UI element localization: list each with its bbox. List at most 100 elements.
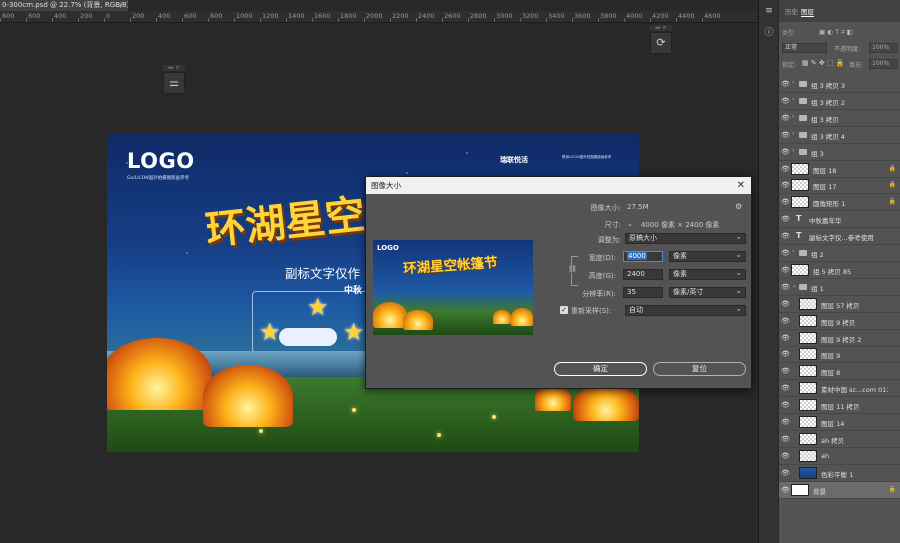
layer-row[interactable]: 👁 图层 9 拷贝: [779, 313, 900, 330]
visibility-eye-icon[interactable]: 👁: [781, 232, 790, 240]
ruler-tick-label: 1200: [262, 12, 279, 20]
lock-icons[interactable]: ▦ ✎ ✥ ⬚ 🔒: [802, 59, 845, 67]
resample-select[interactable]: 自动: [625, 304, 746, 316]
visibility-eye-icon[interactable]: 👁: [781, 215, 790, 223]
layer-name: ah: [821, 451, 830, 460]
layer-row[interactable]: 👁 图层 18 🔒: [779, 161, 900, 178]
layer-row[interactable]: 👁 背景 🔒: [779, 481, 900, 499]
toolbar-grip-right[interactable]: ▸▸ ×: [650, 25, 672, 31]
visibility-eye-icon[interactable]: 👁: [781, 198, 790, 206]
dialog-preview[interactable]: LOGO 环湖星空帐篷节: [373, 240, 533, 335]
visibility-eye-icon[interactable]: 👁: [781, 435, 790, 443]
ok-button[interactable]: 确定: [554, 362, 647, 376]
layer-row[interactable]: 👁 图层 8: [779, 363, 900, 381]
visibility-eye-icon[interactable]: 👁: [781, 334, 790, 342]
tab-history[interactable]: 历史: [785, 6, 798, 16]
layer-row[interactable]: 👁 图层 9 拷贝 2: [779, 330, 900, 347]
height-unit-select[interactable]: 像素: [669, 268, 746, 280]
visibility-eye-icon[interactable]: 👁: [781, 266, 790, 274]
lock-icon: 🔒: [888, 181, 896, 189]
layer-row[interactable]: 👁 图层 14: [779, 414, 900, 431]
visibility-eye-icon[interactable]: 👁: [781, 249, 790, 257]
visibility-eye-icon[interactable]: 👁: [781, 452, 790, 460]
visibility-eye-icon[interactable]: 👁: [781, 181, 790, 189]
resolution-input[interactable]: 35: [623, 287, 663, 298]
visibility-eye-icon[interactable]: 👁: [781, 80, 790, 88]
layer-row[interactable]: 👁 图层 57 拷贝: [779, 296, 900, 313]
ruler-tick: [390, 18, 391, 22]
visibility-eye-icon[interactable]: 👁: [781, 148, 790, 156]
visibility-eye-icon[interactable]: 👁: [781, 165, 790, 173]
fill-label: 填充:: [849, 62, 864, 69]
layer-row[interactable]: 👁 T 副标文字仅...参考使用: [779, 228, 900, 246]
gear-icon[interactable]: ⚙: [735, 202, 742, 211]
layer-row[interactable]: 👁 › 组 3 拷贝 2: [779, 93, 900, 110]
visibility-eye-icon[interactable]: 👁: [781, 350, 790, 358]
layer-row[interactable]: 👁 › 组 3 拷贝 4: [779, 127, 900, 144]
close-icon[interactable]: ✕: [737, 177, 745, 194]
width-input[interactable]: 4000: [623, 251, 663, 262]
visibility-eye-icon[interactable]: 👁: [781, 367, 790, 375]
visibility-eye-icon[interactable]: 👁: [781, 401, 790, 409]
fit-to-select[interactable]: 原稿大小: [625, 232, 746, 244]
ruler-tick: [52, 18, 53, 22]
layer-row[interactable]: 👁 ah: [779, 448, 900, 465]
properties-sliders-icon[interactable]: ⚌: [163, 72, 185, 94]
visibility-eye-icon[interactable]: 👁: [781, 384, 790, 392]
chevron-down-icon[interactable]: ⌄: [792, 282, 797, 289]
visibility-eye-icon[interactable]: 👁: [781, 317, 790, 325]
layer-row[interactable]: 👁 T 中秋嘉年华: [779, 211, 900, 229]
dimensions-chevron-icon[interactable]: ⌄: [627, 220, 633, 228]
visibility-eye-icon[interactable]: 👁: [781, 131, 790, 139]
blend-mode-select[interactable]: 正常: [782, 43, 827, 53]
image-size-dialog[interactable]: 图像大小 ✕ LOGO 环湖星空帐篷节 图像大小: 27.5M ⚙ 尺寸: ⌄ …: [365, 176, 752, 389]
visibility-eye-icon[interactable]: 👁: [781, 283, 790, 291]
chevron-right-icon[interactable]: ›: [792, 147, 794, 154]
ruler-tick-label: 400: [158, 12, 171, 20]
filter-search-placeholder[interactable]: 类型: [782, 28, 794, 37]
layer-row[interactable]: 👁 › 组 3: [779, 144, 900, 161]
visibility-eye-icon[interactable]: 👁: [781, 486, 790, 494]
visibility-eye-icon[interactable]: 👁: [781, 114, 790, 122]
visibility-eye-icon[interactable]: 👁: [781, 469, 790, 477]
rotate-view-icon[interactable]: ⟳: [650, 32, 672, 54]
layer-row[interactable]: 👁 图层 9: [779, 346, 900, 364]
dialog-titlebar[interactable]: 图像大小 ✕: [366, 177, 751, 194]
height-input[interactable]: 2400: [623, 269, 663, 280]
visibility-eye-icon[interactable]: 👁: [781, 300, 790, 308]
chevron-right-icon[interactable]: ›: [792, 248, 794, 255]
tab-layers[interactable]: 图层: [801, 6, 814, 17]
visibility-eye-icon[interactable]: 👁: [781, 418, 790, 426]
chevron-right-icon[interactable]: ›: [792, 79, 794, 86]
layer-row[interactable]: 👁 ⌄ 组 1: [779, 279, 900, 296]
layer-row[interactable]: 👁 素材中国 sc...com 013: [779, 380, 900, 398]
fill-input[interactable]: 100%: [869, 59, 898, 69]
reset-button[interactable]: 复位: [653, 362, 746, 376]
width-unit-select[interactable]: 像素: [669, 250, 746, 262]
layer-row[interactable]: 👁 › 组 3 拷贝: [779, 110, 900, 127]
close-document-icon[interactable]: ×: [118, 0, 124, 11]
layer-row[interactable]: 👁 图层 17 🔒: [779, 177, 900, 195]
chain-link-icon[interactable]: ⛓: [568, 265, 577, 273]
opacity-input[interactable]: 100%: [869, 43, 898, 53]
ruler-tick: [26, 18, 27, 22]
toolbar-grip[interactable]: ▸▸ ×: [163, 65, 185, 71]
resample-checkbox[interactable]: ✓: [560, 306, 568, 314]
chevron-right-icon[interactable]: ›: [792, 113, 794, 120]
info-icon[interactable]: ⓘ: [762, 26, 776, 40]
layer-row[interactable]: 👁 色彩平衡 1: [779, 465, 900, 482]
layer-name: 背景: [813, 487, 826, 496]
layer-row[interactable]: 👁 ah 拷贝: [779, 431, 900, 448]
layer-row[interactable]: 👁 组 5 拷贝 85: [779, 262, 900, 279]
chevron-right-icon[interactable]: ›: [792, 96, 794, 103]
layer-row[interactable]: 👁 圆角矩形 1 🔒: [779, 194, 900, 212]
document-tab[interactable]: 0-300cm.psd @ 22.7% (背景, RGB/8) * ×: [0, 0, 128, 11]
layer-row[interactable]: 👁 › 组 3 拷贝 3: [779, 76, 900, 93]
chevron-right-icon[interactable]: ›: [792, 130, 794, 137]
history-icon[interactable]: ≡: [762, 4, 776, 18]
filter-icons[interactable]: ▣ ◐ T ⌗ ◧: [819, 28, 853, 37]
visibility-eye-icon[interactable]: 👁: [781, 97, 790, 105]
layer-row[interactable]: 👁 › 组 2: [779, 245, 900, 262]
resolution-unit-select[interactable]: 像素/英寸: [669, 286, 746, 298]
layer-row[interactable]: 👁 图层 11 拷贝: [779, 397, 900, 415]
